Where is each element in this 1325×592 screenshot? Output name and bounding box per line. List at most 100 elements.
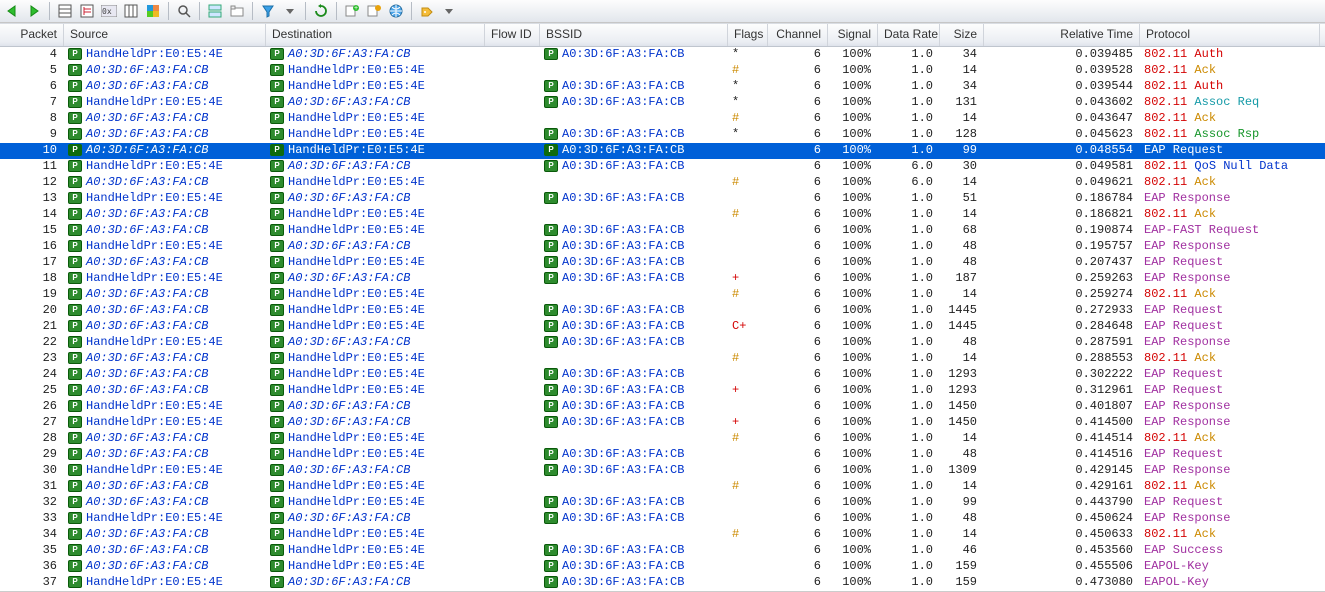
packet-row[interactable]: 7HandHeldPr:E0:E5:4EA0:3D:6F:A3:FA:CBA0:… xyxy=(0,95,1325,111)
nav-forward-button[interactable] xyxy=(24,1,44,21)
node-icon xyxy=(68,64,82,76)
hierarchy-icon[interactable] xyxy=(77,1,97,21)
col-protocol[interactable]: Protocol xyxy=(1140,24,1320,46)
packet-row[interactable]: 23A0:3D:6F:A3:FA:CBHandHeldPr:E0:E5:4E#6… xyxy=(0,351,1325,367)
tag-dropdown-icon[interactable] xyxy=(439,1,459,21)
node-icon xyxy=(68,320,82,332)
node-icon xyxy=(68,208,82,220)
col-flowid[interactable]: Flow ID xyxy=(485,24,540,46)
packet-row[interactable]: 16HandHeldPr:E0:E5:4EA0:3D:6F:A3:FA:CBA0… xyxy=(0,239,1325,255)
node-icon xyxy=(270,112,284,124)
col-packet[interactable]: Packet xyxy=(0,24,64,46)
packet-row[interactable]: 34A0:3D:6F:A3:FA:CBHandHeldPr:E0:E5:4E#6… xyxy=(0,527,1325,543)
node-icon xyxy=(544,560,558,572)
node-icon xyxy=(68,304,82,316)
node-icon xyxy=(270,224,284,236)
node-icon xyxy=(270,128,284,140)
node-icon xyxy=(270,384,284,396)
node-icon xyxy=(68,576,82,588)
node-icon xyxy=(68,432,82,444)
packet-row[interactable]: 8A0:3D:6F:A3:FA:CBHandHeldPr:E0:E5:4E#61… xyxy=(0,111,1325,127)
node-icon xyxy=(270,80,284,92)
col-source[interactable]: Source xyxy=(64,24,266,46)
node-icon xyxy=(68,80,82,92)
node-icon xyxy=(68,112,82,124)
tabs-icon[interactable] xyxy=(227,1,247,21)
node-icon xyxy=(270,576,284,588)
tag-icon[interactable] xyxy=(417,1,437,21)
col-bssid[interactable]: BSSID xyxy=(540,24,728,46)
packet-row[interactable]: 26HandHeldPr:E0:E5:4EA0:3D:6F:A3:FA:CBA0… xyxy=(0,399,1325,415)
refresh-icon[interactable] xyxy=(311,1,331,21)
packet-row[interactable]: 10A0:3D:6F:A3:FA:CBHandHeldPr:E0:E5:4EA0… xyxy=(0,143,1325,159)
panes-icon[interactable] xyxy=(205,1,225,21)
col-reltime[interactable]: Relative Time xyxy=(984,24,1140,46)
packet-row[interactable]: 30HandHeldPr:E0:E5:4EA0:3D:6F:A3:FA:CBA0… xyxy=(0,463,1325,479)
nav-back-button[interactable] xyxy=(2,1,22,21)
packet-row[interactable]: 14A0:3D:6F:A3:FA:CBHandHeldPr:E0:E5:4E#6… xyxy=(0,207,1325,223)
packet-row[interactable]: 15A0:3D:6F:A3:FA:CBHandHeldPr:E0:E5:4EA0… xyxy=(0,223,1325,239)
col-signal[interactable]: Signal xyxy=(828,24,878,46)
packet-row[interactable]: 17A0:3D:6F:A3:FA:CBHandHeldPr:E0:E5:4EA0… xyxy=(0,255,1325,271)
globe-icon[interactable] xyxy=(386,1,406,21)
packet-row[interactable]: 24A0:3D:6F:A3:FA:CBHandHeldPr:E0:E5:4EA0… xyxy=(0,367,1325,383)
packet-row[interactable]: 25A0:3D:6F:A3:FA:CBHandHeldPr:E0:E5:4EA0… xyxy=(0,383,1325,399)
node-icon xyxy=(68,368,82,380)
node-icon xyxy=(544,320,558,332)
packet-row[interactable]: 32A0:3D:6F:A3:FA:CBHandHeldPr:E0:E5:4EA0… xyxy=(0,495,1325,511)
node-icon xyxy=(68,544,82,556)
hex-icon[interactable]: 0x xyxy=(99,1,119,21)
node-icon xyxy=(270,416,284,428)
filter-icon[interactable] xyxy=(258,1,278,21)
node-icon xyxy=(68,352,82,364)
packet-row[interactable]: 31A0:3D:6F:A3:FA:CBHandHeldPr:E0:E5:4E#6… xyxy=(0,479,1325,495)
node-icon xyxy=(544,400,558,412)
node-icon xyxy=(544,192,558,204)
packet-row[interactable]: 4HandHeldPr:E0:E5:4EA0:3D:6F:A3:FA:CBA0:… xyxy=(0,47,1325,63)
columns-icon[interactable] xyxy=(121,1,141,21)
packet-row[interactable]: 28A0:3D:6F:A3:FA:CBHandHeldPr:E0:E5:4E#6… xyxy=(0,431,1325,447)
packet-row[interactable]: 22HandHeldPr:E0:E5:4EA0:3D:6F:A3:FA:CBA0… xyxy=(0,335,1325,351)
packet-row[interactable]: 9A0:3D:6F:A3:FA:CBHandHeldPr:E0:E5:4EA0:… xyxy=(0,127,1325,143)
packet-row[interactable]: 5A0:3D:6F:A3:FA:CBHandHeldPr:E0:E5:4E#61… xyxy=(0,63,1325,79)
add-note-icon[interactable]: + xyxy=(342,1,362,21)
node-icon xyxy=(544,304,558,316)
zoom-icon[interactable] xyxy=(174,1,194,21)
palette-icon[interactable] xyxy=(143,1,163,21)
node-icon xyxy=(270,400,284,412)
toolbar-separator xyxy=(411,2,412,20)
packet-row[interactable]: 37HandHeldPr:E0:E5:4EA0:3D:6F:A3:FA:CBA0… xyxy=(0,575,1325,591)
packet-table: Packet Source Destination Flow ID BSSID … xyxy=(0,23,1325,592)
packet-row[interactable]: 12A0:3D:6F:A3:FA:CBHandHeldPr:E0:E5:4E#6… xyxy=(0,175,1325,191)
node-icon xyxy=(544,544,558,556)
list-view-icon[interactable] xyxy=(55,1,75,21)
node-icon xyxy=(544,240,558,252)
node-icon xyxy=(68,560,82,572)
packet-row[interactable]: 11HandHeldPr:E0:E5:4EA0:3D:6F:A3:FA:CBA0… xyxy=(0,159,1325,175)
packet-row[interactable]: 6A0:3D:6F:A3:FA:CBHandHeldPr:E0:E5:4EA0:… xyxy=(0,79,1325,95)
node-icon xyxy=(270,288,284,300)
col-flags[interactable]: Flags xyxy=(728,24,768,46)
node-icon xyxy=(544,448,558,460)
col-destination[interactable]: Destination xyxy=(266,24,485,46)
packet-row[interactable]: 36A0:3D:6F:A3:FA:CBHandHeldPr:E0:E5:4EA0… xyxy=(0,559,1325,575)
packet-row[interactable]: 20A0:3D:6F:A3:FA:CBHandHeldPr:E0:E5:4EA0… xyxy=(0,303,1325,319)
packet-row[interactable]: 21A0:3D:6F:A3:FA:CBHandHeldPr:E0:E5:4EA0… xyxy=(0,319,1325,335)
node-icon xyxy=(270,208,284,220)
packet-row[interactable]: 18HandHeldPr:E0:E5:4EA0:3D:6F:A3:FA:CBA0… xyxy=(0,271,1325,287)
col-datarate[interactable]: Data Rate xyxy=(878,24,940,46)
col-size[interactable]: Size xyxy=(940,24,984,46)
packet-row[interactable]: 29A0:3D:6F:A3:FA:CBHandHeldPr:E0:E5:4EA0… xyxy=(0,447,1325,463)
node-icon xyxy=(68,48,82,60)
packet-row[interactable]: 35A0:3D:6F:A3:FA:CBHandHeldPr:E0:E5:4EA0… xyxy=(0,543,1325,559)
col-channel[interactable]: Channel xyxy=(768,24,828,46)
node-icon xyxy=(270,368,284,380)
replace-note-icon[interactable] xyxy=(364,1,384,21)
packet-row[interactable]: 27HandHeldPr:E0:E5:4EA0:3D:6F:A3:FA:CBA0… xyxy=(0,415,1325,431)
packet-row[interactable]: 33HandHeldPr:E0:E5:4EA0:3D:6F:A3:FA:CBA0… xyxy=(0,511,1325,527)
filter-dropdown-icon[interactable] xyxy=(280,1,300,21)
packet-row[interactable]: 19A0:3D:6F:A3:FA:CBHandHeldPr:E0:E5:4E#6… xyxy=(0,287,1325,303)
node-icon xyxy=(68,512,82,524)
packet-row[interactable]: 13HandHeldPr:E0:E5:4EA0:3D:6F:A3:FA:CBA0… xyxy=(0,191,1325,207)
node-icon xyxy=(544,48,558,60)
